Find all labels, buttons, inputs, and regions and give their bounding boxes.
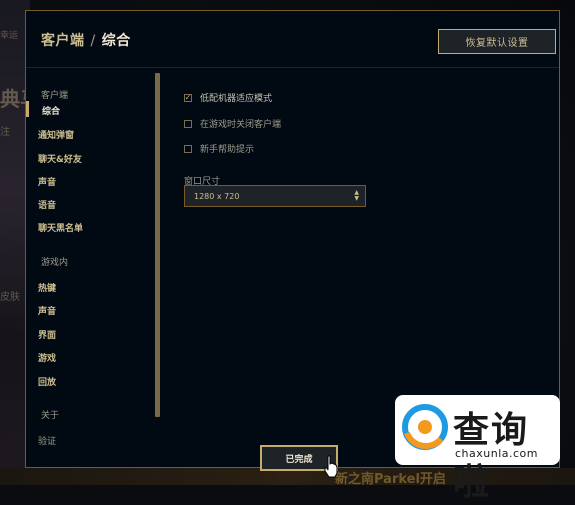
reset-defaults-button[interactable]: 恢复默认设置 bbox=[438, 29, 556, 54]
select-updown-icon: ▲ ▼ bbox=[354, 189, 359, 202]
sidebar-section-ingame: 游戏内 bbox=[41, 258, 69, 268]
window-size-value: 1280 x 720 bbox=[194, 191, 240, 201]
checkbox-unchecked-icon bbox=[184, 144, 192, 153]
sidebar-section-client: 客户端 bbox=[41, 91, 69, 101]
checkbox-label: 在游戏时关闭客户端 bbox=[200, 120, 282, 130]
low-spec-mode-checkbox[interactable]: ✓ 低配机器适应模式 bbox=[184, 91, 272, 104]
breadcrumb-parent[interactable]: 客户端 bbox=[41, 33, 85, 49]
watermark: 查询啦 chaxunla.com bbox=[395, 395, 560, 503]
sidebar-section-about: 关于 bbox=[41, 411, 60, 421]
sidebar-item-general[interactable]: 综合 bbox=[42, 104, 60, 117]
newbie-tips-checkbox[interactable]: 新手帮助提示 bbox=[184, 142, 254, 155]
sidebar-item-interface[interactable]: 界面 bbox=[38, 328, 56, 341]
settings-sidebar: 客户端 综合 通知弹窗 聊天&好友 声音 语音 聊天黑名单 游戏内 热键 声音 … bbox=[26, 68, 161, 468]
dialog-header: 客户端 / 综合 恢复默认设置 bbox=[26, 11, 559, 68]
sidebar-item-replays[interactable]: 回放 bbox=[38, 375, 56, 388]
sidebar-item-client-sound[interactable]: 声音 bbox=[38, 175, 56, 188]
sidebar-item-hotkeys[interactable]: 热键 bbox=[38, 281, 56, 294]
sidebar-item-chat-friends[interactable]: 聊天&好友 bbox=[38, 152, 82, 165]
background-text: 幸运 bbox=[0, 31, 19, 41]
checkbox-label: 低配机器适应模式 bbox=[200, 94, 273, 104]
sidebar-scrollbar[interactable] bbox=[155, 73, 160, 417]
sidebar-item-chat-blacklist[interactable]: 聊天黑名单 bbox=[38, 221, 83, 234]
background-text: 注 bbox=[0, 127, 10, 138]
watermark-logo-icon bbox=[402, 404, 448, 450]
active-indicator bbox=[26, 101, 29, 117]
sidebar-item-verification[interactable]: 验证 bbox=[38, 434, 56, 447]
hand-cursor-icon bbox=[324, 455, 338, 478]
sidebar-item-ingame-sound[interactable]: 声音 bbox=[38, 304, 56, 317]
watermark-url: chaxunla.com bbox=[455, 447, 538, 460]
sidebar-item-voice[interactable]: 语音 bbox=[38, 198, 56, 211]
breadcrumb: 客户端 / 综合 bbox=[41, 30, 131, 50]
breadcrumb-separator: / bbox=[90, 33, 96, 49]
background-banner-text: 新之南Parkel开启 bbox=[335, 472, 446, 487]
sidebar-item-notifications[interactable]: 通知弹窗 bbox=[38, 128, 74, 141]
window-size-select[interactable]: 1280 x 720 ▲ ▼ bbox=[184, 185, 366, 207]
sidebar-item-game[interactable]: 游戏 bbox=[38, 351, 56, 364]
background-text: 皮肤 bbox=[0, 292, 20, 303]
checkbox-label: 新手帮助提示 bbox=[200, 145, 255, 155]
general-settings-panel: ✓ 低配机器适应模式 在游戏时关闭客户端 新手帮助提示 窗口尺寸 1280 x … bbox=[176, 68, 546, 448]
breadcrumb-current: 综合 bbox=[101, 33, 131, 49]
checkbox-checked-icon: ✓ bbox=[184, 92, 192, 102]
close-client-ingame-checkbox[interactable]: 在游戏时关闭客户端 bbox=[184, 117, 281, 130]
checkbox-unchecked-icon bbox=[184, 119, 192, 128]
